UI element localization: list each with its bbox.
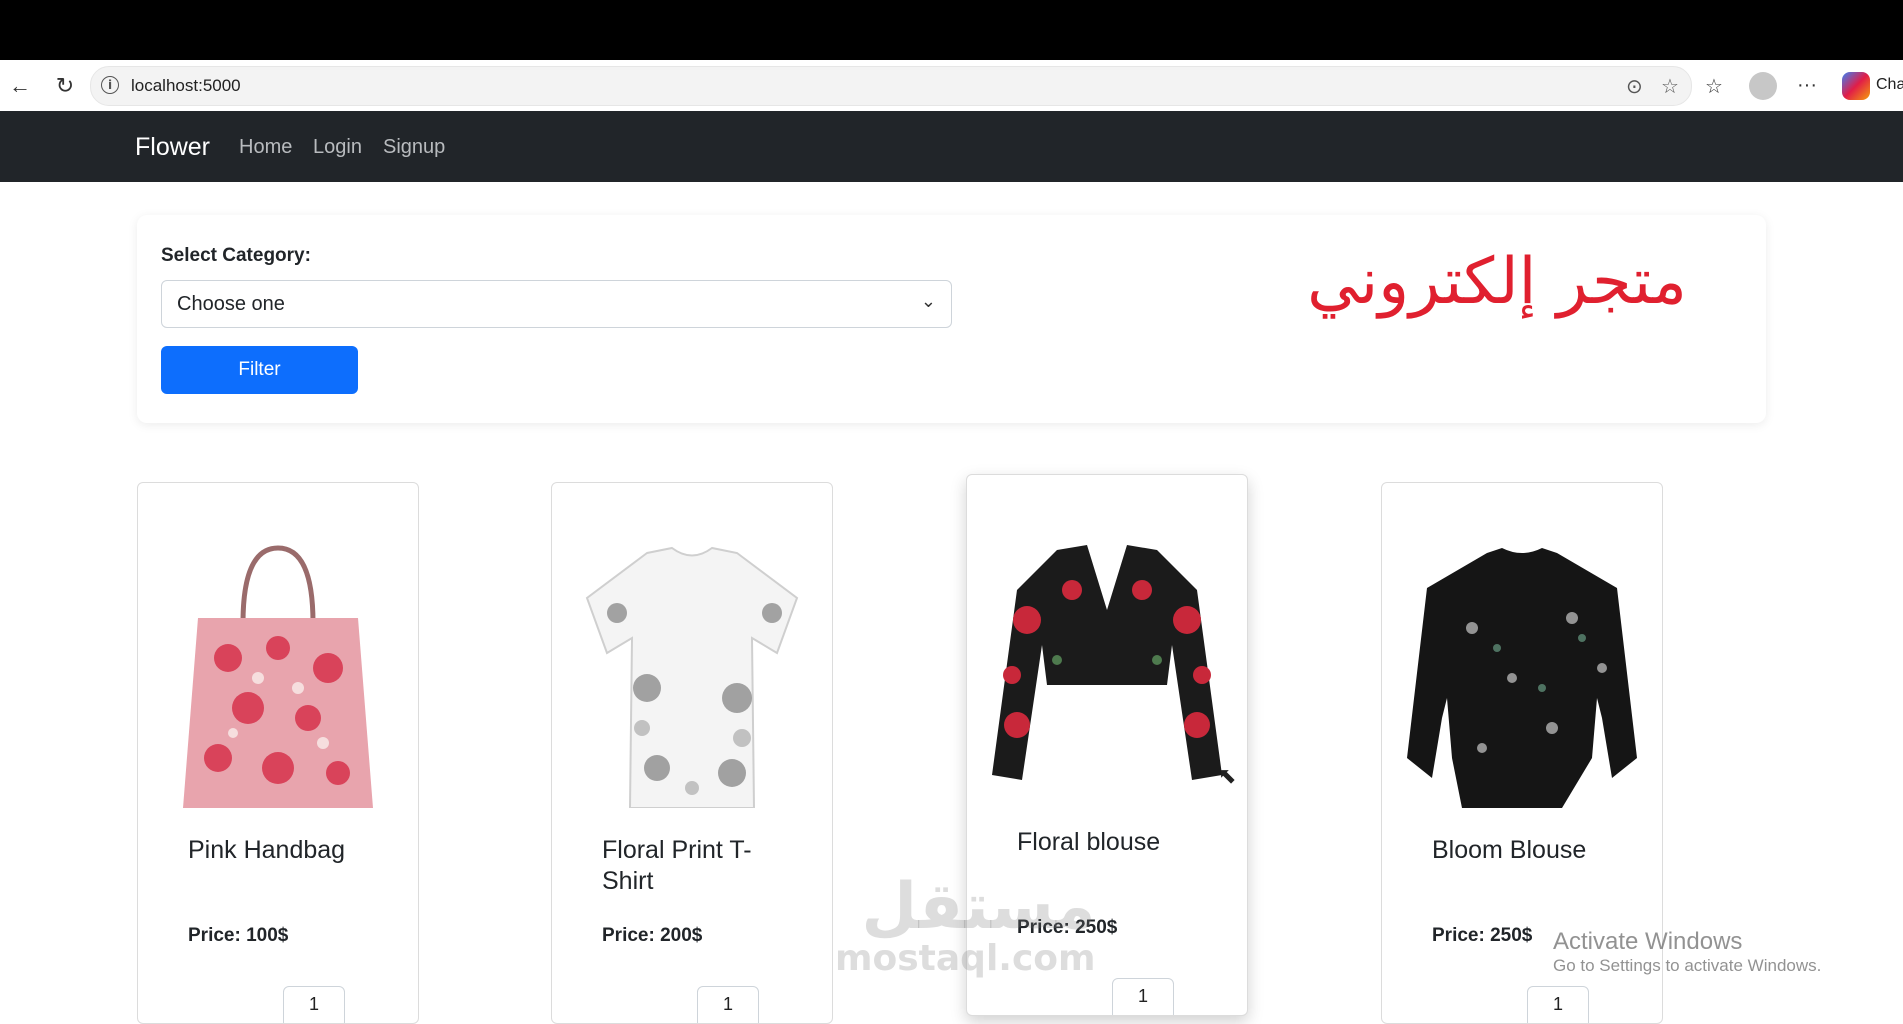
product-title: Floral blouse (1017, 828, 1161, 856)
bloom-blouse-image (1407, 548, 1637, 808)
filter-button[interactable]: Filter (161, 346, 358, 394)
pink-handbag-image (183, 545, 373, 808)
quantity-input[interactable]: 1 (697, 986, 759, 1023)
category-select[interactable]: Choose one ⌄ (161, 280, 952, 328)
favorites-list-icon[interactable]: ☆ (1705, 74, 1723, 99)
mouse-pointer-icon: ⬉ (1218, 763, 1237, 788)
category-select-value: Choose one (177, 293, 285, 315)
product-card[interactable]: Floral Print T-Shirt Price: 200$ 1 (551, 482, 833, 1024)
product-price: Price: 100$ (188, 925, 289, 946)
back-arrow-icon[interactable]: ← (6, 72, 34, 100)
copilot-icon[interactable] (1842, 72, 1870, 100)
product-title: Bloom Blouse (1432, 836, 1587, 864)
category-label: Select Category: (161, 245, 311, 266)
activation-subtitle: Go to Settings to activate Windows. (1553, 956, 1822, 975)
store-banner-text: متجر إلكتروني (1307, 245, 1687, 319)
windows-activation-notice: Activate Windows Go to Settings to activ… (1553, 928, 1821, 976)
activation-title: Activate Windows (1553, 928, 1743, 955)
product-price: Price: 250$ (1432, 925, 1533, 946)
browser-toolbar: ← ↻ i localhost:5000 ⊙ ☆ ☆ ··· Cha (0, 60, 1903, 112)
quantity-input[interactable]: 1 (1527, 986, 1589, 1023)
floral-blouse-image (992, 545, 1222, 780)
nav-link-signup[interactable]: Signup (383, 136, 445, 159)
favorite-star-icon[interactable]: ☆ (1661, 74, 1679, 99)
floral-tshirt-image (585, 546, 799, 808)
address-bar[interactable]: i localhost:5000 ⊙ ☆ (90, 66, 1692, 106)
chevron-down-icon: ⌄ (920, 291, 936, 311)
mostaql-watermark: مستقل mostaql.com (835, 875, 1096, 979)
product-title: Floral Print T-Shirt (602, 836, 752, 895)
nav-link-login[interactable]: Login (313, 136, 362, 159)
watermark-latin: mostaql.com (835, 938, 1096, 979)
watermark-arabic: مستقل (861, 870, 1096, 944)
nav-link-home[interactable]: Home (239, 136, 292, 159)
filter-card: Select Category: Choose one ⌄ Filter متج… (137, 215, 1766, 423)
screen-top-bar (0, 0, 1903, 60)
site-navbar: Flower Home Login Signup (0, 111, 1903, 182)
profile-avatar-icon[interactable] (1749, 72, 1777, 100)
reload-icon[interactable]: ↻ (51, 72, 79, 100)
site-info-icon[interactable]: i (101, 76, 119, 94)
copilot-label: Cha (1876, 76, 1903, 93)
more-menu-icon[interactable]: ··· (1797, 74, 1817, 97)
product-price: Price: 200$ (602, 925, 703, 946)
navbar-brand[interactable]: Flower (135, 133, 210, 162)
quantity-input[interactable]: 1 (283, 986, 345, 1023)
location-icon[interactable]: ⊙ (1626, 74, 1643, 99)
product-title: Pink Handbag (188, 836, 346, 864)
product-card[interactable]: Pink Handbag Price: 100$ 1 (137, 482, 419, 1024)
url-text: localhost:5000 (131, 76, 241, 95)
quantity-input[interactable]: 1 (1112, 978, 1174, 1015)
